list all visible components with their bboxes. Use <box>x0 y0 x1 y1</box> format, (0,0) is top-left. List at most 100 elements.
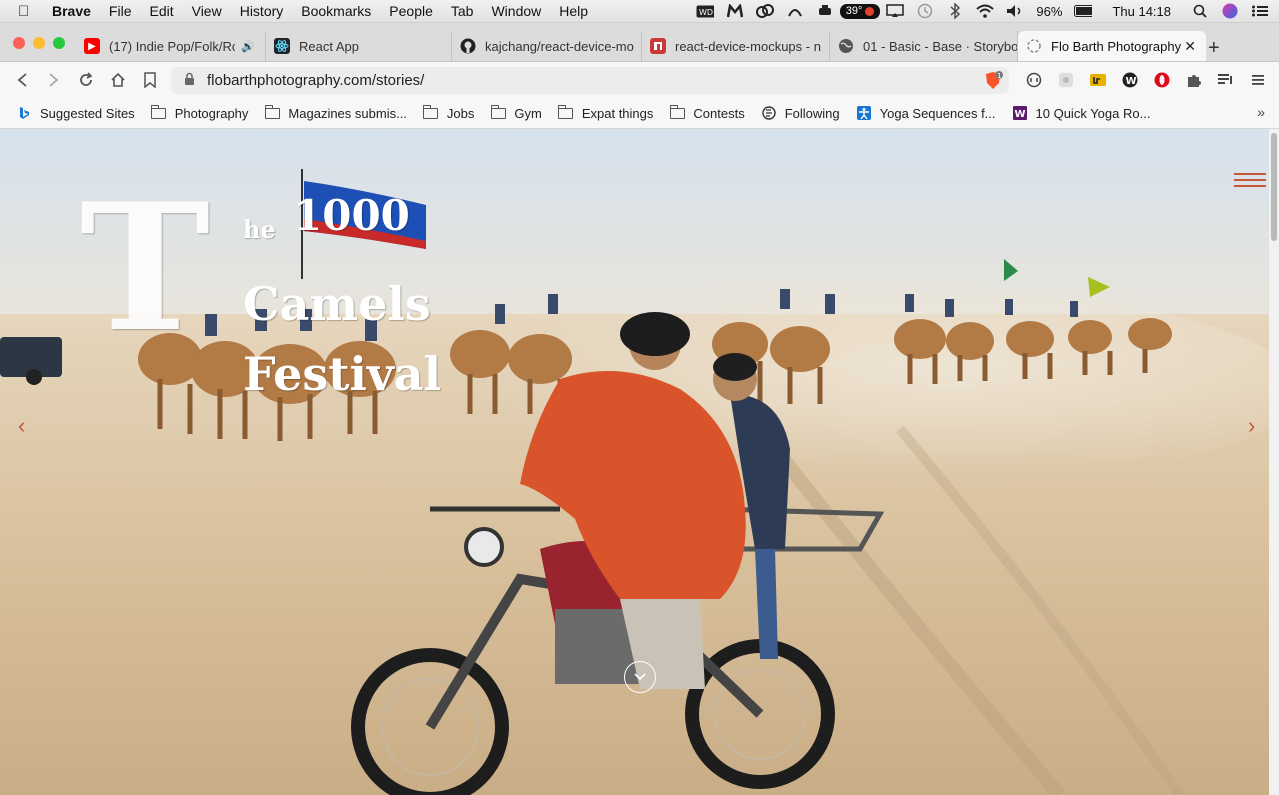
wd-drive-icon[interactable]: WD <box>696 4 714 18</box>
folder-icon <box>669 104 685 120</box>
reload-button[interactable] <box>76 70 96 90</box>
title-festival: Festival <box>243 347 442 401</box>
grid-extension-icon[interactable] <box>1057 71 1075 89</box>
menu-tab[interactable]: Tab <box>451 3 474 19</box>
brave-shields-icon[interactable]: 1 <box>983 71 1003 90</box>
opera-extension-icon[interactable] <box>1153 71 1171 89</box>
bookmarks-overflow-icon[interactable]: » <box>1257 104 1265 120</box>
spotlight-search-icon[interactable] <box>1191 4 1209 18</box>
volume-icon[interactable] <box>1006 4 1024 18</box>
bookmark-label: Contests <box>693 105 745 121</box>
folder-icon <box>558 104 574 120</box>
title-camels: Camels <box>243 277 431 331</box>
feedly-extension-icon[interactable] <box>1089 71 1107 89</box>
tab-strip: ▶ (17) Indie Pop/Folk/Roc 🔊 React App ka… <box>0 23 1279 62</box>
scroll-down-button[interactable] <box>624 661 656 693</box>
bookmark-suggested-sites[interactable]: Suggested Sites <box>16 106 135 121</box>
back-button[interactable] <box>12 70 32 90</box>
creative-cloud-icon[interactable] <box>755 4 774 18</box>
tab-label: 01 - Basic - Base · Storybo <box>863 38 1017 54</box>
tab-github[interactable]: kajchang/react-device-mo <box>452 31 642 61</box>
bookmark-jobs[interactable]: Jobs <box>423 104 474 121</box>
new-tab-button[interactable]: + <box>1208 37 1220 60</box>
bluetooth-icon[interactable] <box>946 3 964 19</box>
folder-icon <box>151 104 167 120</box>
yoga-icon <box>856 106 872 120</box>
notification-center-icon[interactable] <box>1251 4 1269 18</box>
window-zoom-button[interactable] <box>53 37 65 49</box>
menu-view[interactable]: View <box>192 3 222 19</box>
battery-percentage: 96% <box>1036 3 1063 19</box>
hamburger-line <box>1234 185 1266 187</box>
window-minimize-button[interactable] <box>33 37 45 49</box>
menu-history[interactable]: History <box>240 3 284 19</box>
tab-storybook[interactable]: 01 - Basic - Base · Storybo <box>830 31 1018 61</box>
menu-people[interactable]: People <box>389 3 433 19</box>
tab-label: kajchang/react-device-mo <box>485 38 634 54</box>
pen-tool-icon[interactable] <box>786 4 804 18</box>
bookmark-gym[interactable]: Gym <box>490 104 542 121</box>
hamburger-line <box>1234 173 1266 175</box>
dev-extension-icon[interactable] <box>1025 71 1043 89</box>
bookmark-button[interactable] <box>140 70 160 90</box>
apple-menu-icon[interactable]:  <box>18 3 36 20</box>
menu-bookmarks[interactable]: Bookmarks <box>301 3 371 19</box>
tab-react-app[interactable]: React App <box>266 31 452 61</box>
bookmark-magazines[interactable]: Magazines submis... <box>264 104 407 121</box>
wifi-icon[interactable] <box>976 4 995 18</box>
bookmark-following[interactable]: Following <box>761 106 840 121</box>
tab-npm[interactable]: react-device-mockups - n <box>642 31 830 61</box>
site-menu-button[interactable] <box>1234 173 1266 189</box>
temperature-badge[interactable]: 39° <box>839 3 881 19</box>
bookmark-label: Suggested Sites <box>40 105 135 121</box>
window-close-button[interactable] <box>13 37 25 49</box>
malwarebytes-icon[interactable] <box>726 4 744 18</box>
battery-icon[interactable] <box>1074 4 1093 18</box>
site-icon <box>1026 38 1042 54</box>
menu-file[interactable]: File <box>109 3 132 19</box>
svg-text:W: W <box>1014 109 1025 120</box>
tab-flo-barth[interactable]: Flo Barth Photography ✕ <box>1018 31 1206 61</box>
bookmark-label: Photography <box>174 105 249 121</box>
menu-app-name[interactable]: Brave <box>52 3 91 19</box>
forward-button[interactable] <box>44 70 64 90</box>
media-queue-icon[interactable] <box>1217 71 1235 89</box>
page-scrollbar[interactable] <box>1269 129 1279 795</box>
menu-help[interactable]: Help <box>559 3 588 19</box>
menu-window[interactable]: Window <box>491 3 541 19</box>
title-he: he <box>243 215 276 244</box>
bookmark-yoga-sequences[interactable]: Yoga Sequences f... <box>856 106 996 121</box>
time-machine-icon[interactable] <box>916 3 934 19</box>
carousel-prev-button[interactable]: ‹ <box>18 413 25 439</box>
printer-icon[interactable] <box>816 4 834 18</box>
scrollbar-thumb[interactable] <box>1271 133 1277 241</box>
folder-icon <box>264 104 280 120</box>
address-bar[interactable]: flobarthphotography.com/stories/ 1 <box>171 67 1009 94</box>
w-icon: W <box>1012 106 1028 120</box>
tab-youtube[interactable]: ▶ (17) Indie Pop/Folk/Roc 🔊 <box>76 31 266 61</box>
macos-menu-bar:  Brave File Edit View History Bookmarks… <box>0 0 1279 23</box>
globe-icon <box>838 38 854 54</box>
url-text[interactable]: flobarthphotography.com/stories/ <box>207 72 424 89</box>
bookmark-contests[interactable]: Contests <box>669 104 745 121</box>
menu-edit[interactable]: Edit <box>149 3 173 19</box>
home-button[interactable] <box>108 70 128 90</box>
carousel-next-button[interactable]: › <box>1248 413 1255 439</box>
speaker-icon[interactable]: 🔊 <box>241 40 255 53</box>
lock-icon[interactable] <box>184 72 198 89</box>
airplay-icon[interactable] <box>886 4 905 18</box>
tab-label: React App <box>299 38 359 54</box>
github-icon <box>460 38 476 54</box>
menu-icon[interactable] <box>1249 71 1267 89</box>
temperature-value: 39° <box>845 4 863 17</box>
title-1000: 1000 <box>293 191 410 240</box>
shield-count: 1 <box>997 72 1001 80</box>
extensions-puzzle-icon[interactable] <box>1185 71 1203 89</box>
siri-icon[interactable] <box>1221 3 1239 19</box>
wordpress-extension-icon[interactable]: W <box>1121 71 1139 89</box>
bookmark-photography[interactable]: Photography <box>151 104 249 121</box>
clock[interactable]: Thu 14:18 <box>1112 4 1171 19</box>
bookmark-quick-yoga[interactable]: W 10 Quick Yoga Ro... <box>1012 106 1150 121</box>
tab-close-icon[interactable]: ✕ <box>1184 38 1196 55</box>
bookmark-expat-things[interactable]: Expat things <box>558 104 653 121</box>
